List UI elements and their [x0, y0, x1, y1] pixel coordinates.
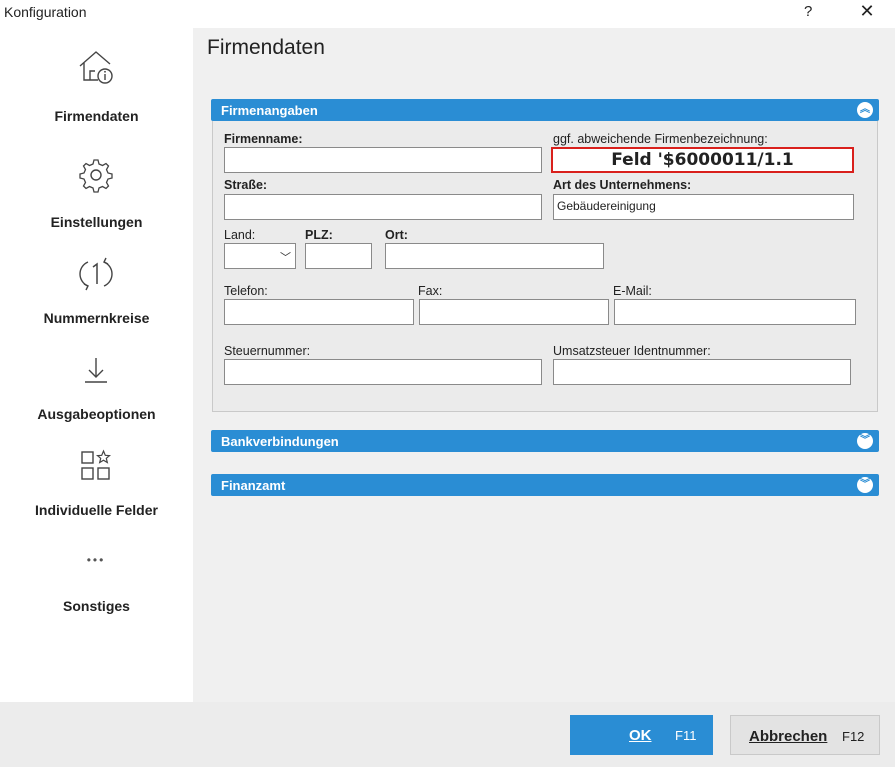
- close-button[interactable]: ✕: [856, 1, 878, 23]
- sidebar-item-label: Sonstiges: [63, 598, 130, 614]
- art-label: Art des Unternehmens:: [553, 178, 692, 192]
- steuernummer-label: Steuernummer:: [224, 344, 311, 358]
- telefon-label: Telefon:: [224, 284, 268, 298]
- dialog-footer: OK F11 Abbrechen F12: [0, 702, 895, 767]
- panel-title: Finanzamt: [221, 478, 286, 493]
- page-title: Firmendaten: [207, 36, 325, 59]
- telefon-field[interactable]: [224, 299, 414, 325]
- land-label: Land:: [224, 228, 256, 242]
- expand-icon[interactable]: ︾: [857, 477, 873, 493]
- panel-body-firmenangaben: Firmenname: ggf. abweichende Firmenbezei…: [212, 121, 878, 412]
- cancel-button[interactable]: Abbrechen F12: [730, 715, 880, 755]
- ustid-label: Umsatzsteuer Identnummer:: [553, 344, 711, 358]
- art-field[interactable]: Gebäudereinigung: [553, 194, 854, 220]
- sidebar: Firmendaten Einstellungen Nummernkreise: [0, 28, 193, 702]
- abweichend-field[interactable]: Feld '$6000011/1.1: [551, 147, 854, 173]
- panel-title: Firmenangaben: [221, 103, 318, 118]
- gear-icon: [76, 156, 116, 193]
- ok-shortcut: F11: [675, 728, 697, 743]
- main-content: Firmendaten Firmenangaben ︽ Firmenname: …: [193, 28, 895, 702]
- panel-title: Bankverbindungen: [221, 434, 339, 449]
- email-field[interactable]: [614, 299, 856, 325]
- strasse-label: Straße:: [224, 178, 268, 192]
- plz-field[interactable]: [305, 243, 372, 269]
- ort-field[interactable]: [385, 243, 604, 269]
- sidebar-item-label: Ausgabeoptionen: [37, 406, 156, 422]
- collapse-icon[interactable]: ︽: [857, 102, 873, 118]
- plz-label: PLZ:: [305, 228, 333, 242]
- strasse-field[interactable]: [224, 194, 542, 220]
- panel-firmenangaben: Firmenangaben ︽ Firmenname: ggf. abweich…: [211, 99, 879, 412]
- fax-field[interactable]: [419, 299, 609, 325]
- window-title: Konfiguration: [4, 4, 87, 20]
- panel-header-firmenangaben[interactable]: Firmenangaben ︽: [211, 99, 879, 121]
- sidebar-item-nummernkreise[interactable]: Nummernkreise: [0, 254, 193, 344]
- cancel-label: Abbrechen: [749, 728, 828, 745]
- panel-bankverbindungen: Bankverbindungen ︾: [211, 430, 879, 452]
- expand-icon[interactable]: ︾: [857, 433, 873, 449]
- house-info-icon: [76, 46, 116, 84]
- cancel-shortcut: F12: [842, 729, 865, 744]
- download-icon: [76, 352, 116, 388]
- number-cycle-icon: [76, 254, 116, 291]
- help-button[interactable]: ?: [804, 3, 812, 20]
- sidebar-item-label: Einstellungen: [50, 214, 143, 230]
- firmenname-label: Firmenname:: [224, 132, 303, 146]
- land-select[interactable]: ﹀: [224, 243, 296, 269]
- sidebar-item-label: Individuelle Felder: [35, 502, 158, 518]
- ok-button[interactable]: OK F11: [570, 715, 713, 755]
- ok-label: OK: [629, 727, 652, 744]
- fax-label: Fax:: [418, 284, 443, 298]
- sidebar-item-label: Firmendaten: [54, 108, 139, 124]
- sidebar-item-sonstiges[interactable]: ••• Sonstiges: [0, 550, 193, 640]
- title-bar: Konfiguration ? ✕: [0, 0, 895, 28]
- chevron-down-icon: ﹀: [280, 252, 291, 264]
- panel-header-finanzamt[interactable]: Finanzamt ︾: [211, 474, 879, 496]
- sidebar-item-individuelle-felder[interactable]: Individuelle Felder: [0, 446, 193, 536]
- sidebar-item-ausgabeoptionen[interactable]: Ausgabeoptionen: [0, 352, 193, 442]
- sidebar-item-einstellungen[interactable]: Einstellungen: [0, 156, 193, 246]
- panel-header-bankverbindungen[interactable]: Bankverbindungen ︾: [211, 430, 879, 452]
- email-label: E-Mail:: [613, 284, 652, 298]
- ustid-field[interactable]: [553, 359, 851, 385]
- firmenname-field[interactable]: [224, 147, 542, 173]
- panel-finanzamt: Finanzamt ︾: [211, 474, 879, 496]
- steuernummer-field[interactable]: [224, 359, 542, 385]
- sidebar-item-firmendaten[interactable]: Firmendaten: [0, 46, 193, 136]
- custom-fields-icon: [76, 446, 116, 482]
- ort-label: Ort:: [385, 228, 408, 242]
- abweichend-label: ggf. abweichende Firmenbezeichnung:: [553, 132, 768, 146]
- more-icon: •••: [86, 553, 106, 567]
- sidebar-item-label: Nummernkreise: [43, 310, 150, 326]
